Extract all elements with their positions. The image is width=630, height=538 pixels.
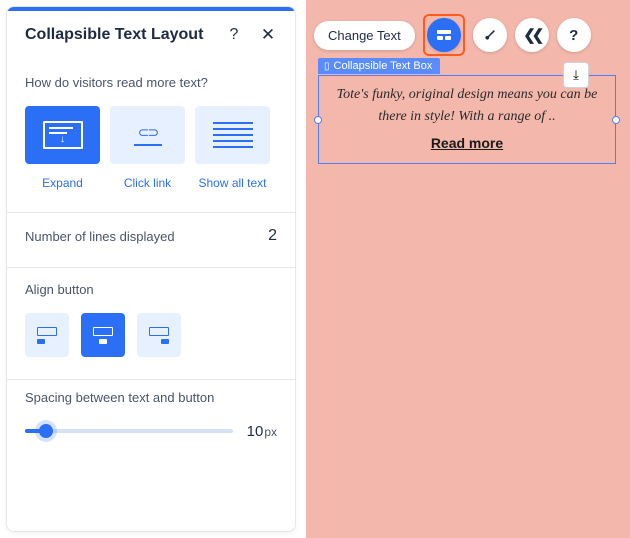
section-spacing: Spacing between text and button 10px (7, 380, 295, 451)
lines-displayed-value[interactable]: 2 (268, 227, 277, 245)
read-option-expand[interactable]: ↓ (25, 106, 100, 164)
mobile-icon: ▯ (324, 61, 330, 72)
expand-icon: ↓ (43, 121, 83, 149)
active-tool-highlight (423, 14, 465, 56)
resize-handle-left[interactable] (314, 116, 322, 124)
align-right-icon (149, 327, 169, 344)
align-button-options (25, 313, 277, 357)
element-type-label: Collapsible Text Box (334, 60, 433, 72)
section-align-button: Align button (7, 268, 295, 379)
read-more-button[interactable]: Read more (431, 135, 503, 151)
close-icon[interactable]: ✕ (259, 25, 277, 45)
section-lines-displayed: Number of lines displayed 2 (7, 213, 295, 267)
help-button[interactable]: ? (557, 18, 591, 52)
spacing-slider[interactable] (25, 421, 233, 441)
change-text-button[interactable]: Change Text (314, 21, 415, 50)
align-option-right[interactable] (137, 313, 181, 357)
read-option-showall-label: Show all text (195, 176, 270, 190)
design-button[interactable] (473, 18, 507, 52)
question-icon: ? (569, 27, 578, 44)
link-icon: ⊂⊃ (134, 124, 162, 146)
help-icon[interactable]: ? (225, 26, 243, 44)
element-type-tag[interactable]: ▯ Collapsible Text Box (318, 58, 440, 74)
element-toolbar: Change Text ❮❮ ? (314, 14, 591, 56)
align-left-icon (37, 327, 57, 344)
panel-header: Collapsible Text Layout ? ✕ (7, 11, 295, 61)
spacing-unit: px (264, 425, 277, 439)
align-option-center[interactable] (81, 313, 125, 357)
editor-canvas[interactable]: Change Text ❮❮ ? ▯ Collapsible Text Box … (306, 0, 630, 538)
read-option-expand-label: Expand (25, 176, 100, 190)
read-mode-label: How do visitors read more text? (25, 75, 277, 90)
align-center-icon (93, 327, 113, 344)
spacing-value[interactable]: 10 (247, 423, 264, 440)
read-option-clicklink[interactable]: ⊂⊃ (110, 106, 185, 164)
download-button[interactable]: ⤓ (563, 62, 589, 88)
align-option-left[interactable] (25, 313, 69, 357)
animation-icon: ❮❮ (523, 26, 540, 44)
layout-button[interactable] (427, 18, 461, 52)
align-button-label: Align button (25, 282, 277, 297)
collapsible-text-element[interactable]: ⤓ Tote's funky, original design means yo… (318, 75, 616, 164)
read-mode-options: ↓ ⊂⊃ (25, 106, 277, 164)
read-option-showall[interactable] (195, 106, 270, 164)
download-icon: ⤓ (573, 67, 579, 83)
lines-displayed-label: Number of lines displayed (25, 229, 175, 244)
spacing-label: Spacing between text and button (25, 390, 277, 405)
layout-settings-panel: Collapsible Text Layout ? ✕ How do visit… (6, 6, 296, 532)
slider-thumb[interactable] (39, 424, 53, 438)
resize-handle-right[interactable] (612, 116, 620, 124)
section-read-mode: How do visitors read more text? ↓ ⊂⊃ (7, 61, 295, 212)
layout-icon (437, 30, 451, 40)
panel-title: Collapsible Text Layout (25, 26, 225, 44)
read-mode-option-labels: Expand Click link Show all text (25, 176, 277, 190)
brush-icon (479, 24, 500, 45)
read-option-clicklink-label: Click link (110, 176, 185, 190)
lines-icon (213, 122, 253, 148)
animation-button[interactable]: ❮❮ (515, 18, 549, 52)
